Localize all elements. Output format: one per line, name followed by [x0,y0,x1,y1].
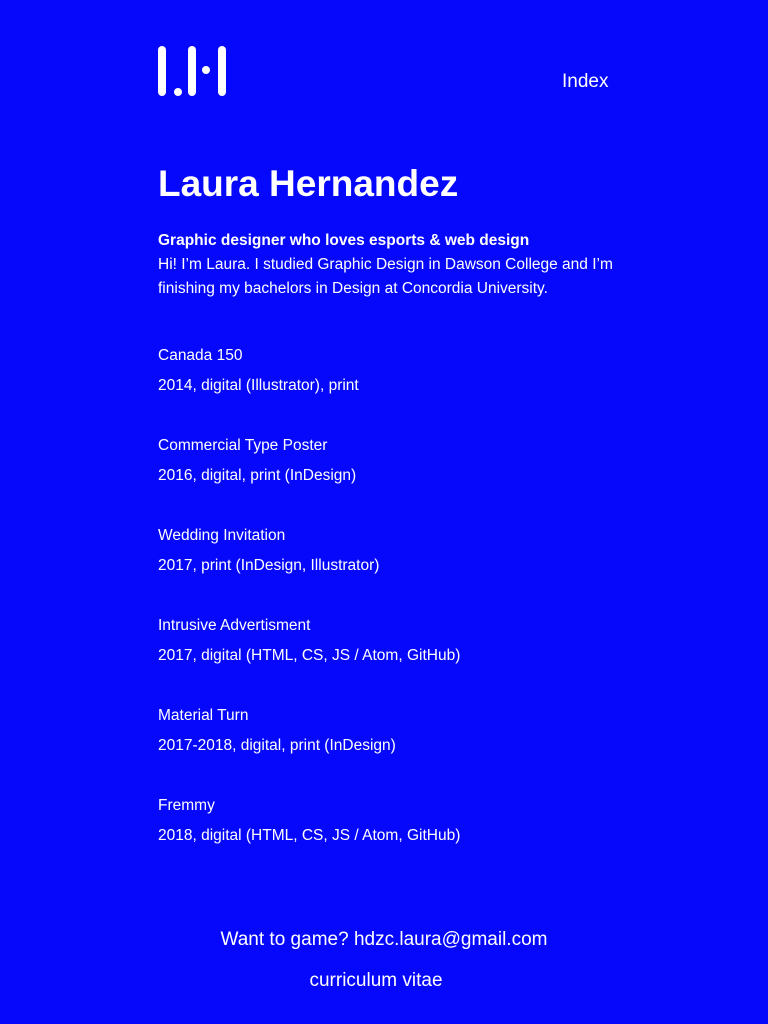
project-item: Commercial Type Poster 2016, digital, pr… [158,434,460,524]
project-title-link[interactable]: Material Turn [158,704,460,728]
bio-text: Hi! I’m Laura. I studied Graphic Design … [158,256,613,297]
project-item: Intrusive Advertisment 2017, digital (HT… [158,614,460,704]
curriculum-vitae-link[interactable]: curriculum vitae [0,969,752,993]
project-item: Canada 150 2014, digital (Illustrator), … [158,344,460,434]
project-item: Wedding Invitation 2017, print (InDesign… [158,524,460,614]
project-title-link[interactable]: Canada 150 [158,344,460,368]
project-meta: 2014, digital (Illustrator), print [158,377,359,394]
project-meta: 2017-2018, digital, print (InDesign) [158,737,396,754]
project-list: Canada 150 2014, digital (Illustrator), … [158,344,460,884]
project-title-link[interactable]: Fremmy [158,794,460,818]
intro-section: Graphic designer who loves esports & web… [158,229,638,301]
tagline: Graphic designer who loves esports & web… [158,232,530,249]
project-meta: 2017, digital (HTML, CS, JS / Atom, GitH… [158,647,461,664]
lh-monogram-logo-icon[interactable] [158,46,226,96]
email-link[interactable]: hdzc.laura@gmail.com [354,929,548,950]
project-meta: 2018, digital (HTML, CS, JS / Atom, GitH… [158,827,461,844]
project-meta: 2016, digital, print (InDesign) [158,467,357,484]
project-title-link[interactable]: Intrusive Advertisment [158,614,460,638]
project-title-link[interactable]: Commercial Type Poster [158,434,460,458]
nav-index-link[interactable]: Index [562,71,608,93]
project-title-link[interactable]: Wedding Invitation [158,524,460,548]
project-item: Fremmy 2018, digital (HTML, CS, JS / Ato… [158,794,460,884]
page-title: Laura Hernandez [158,163,459,204]
contact-prompt: Want to game? [220,929,349,950]
project-meta: 2017, print (InDesign, Illustrator) [158,557,380,574]
contact-line: Want to game? hdzc.laura@gmail.com [0,928,768,952]
project-item: Material Turn 2017-2018, digital, print … [158,704,460,794]
